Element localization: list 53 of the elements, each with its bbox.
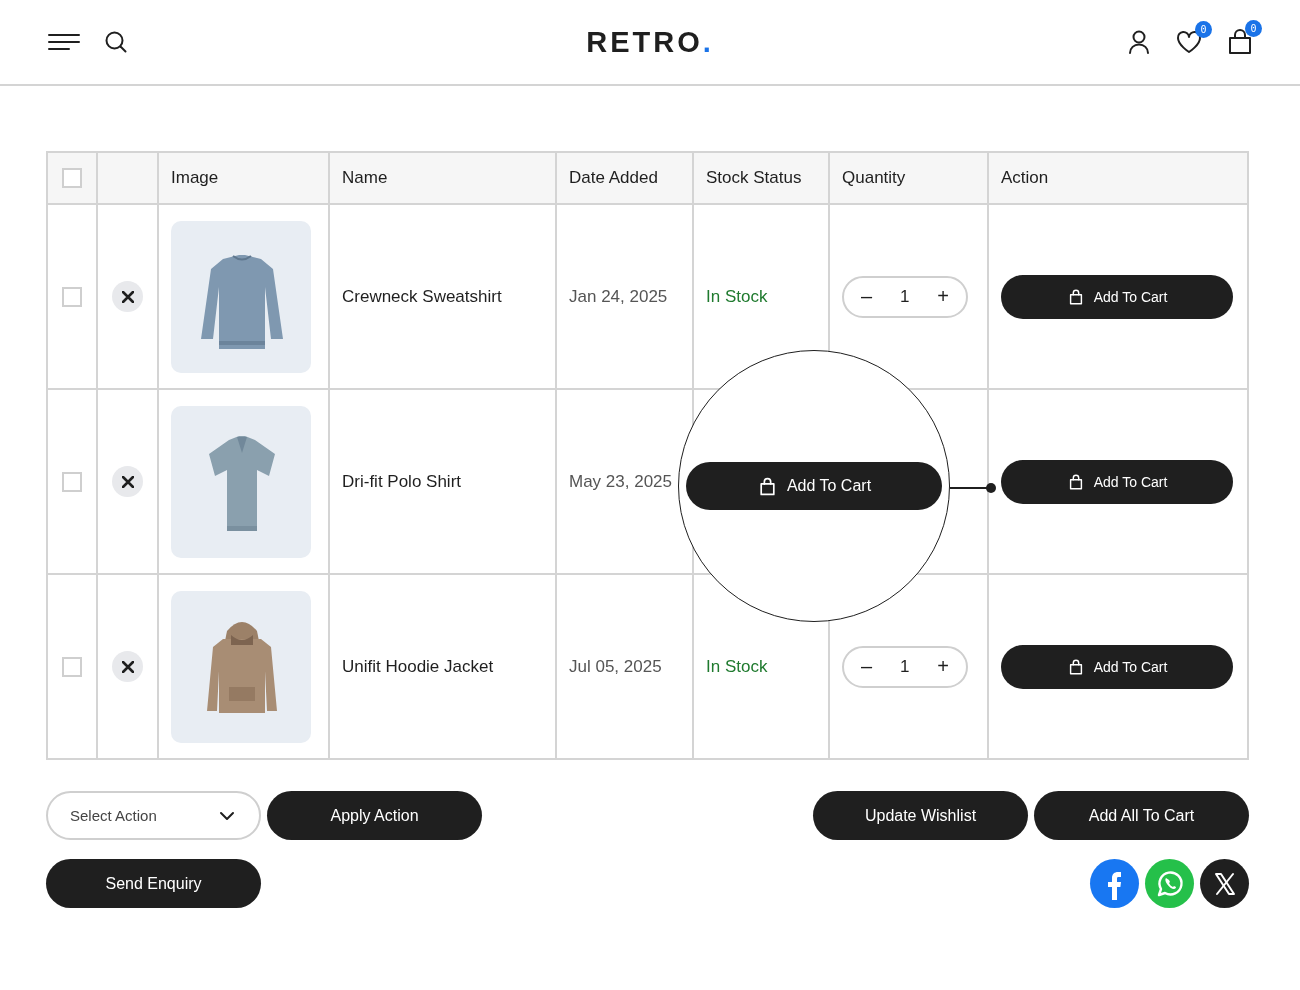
date-added: May 23, 2025 (569, 471, 672, 491)
search-icon[interactable] (104, 30, 128, 54)
product-name: Unifit Hoodie Jacket (342, 656, 494, 676)
column-header: Stock Status (706, 168, 802, 187)
add-to-cart-button[interactable]: Add To Cart (1001, 274, 1233, 319)
date-added: Jul 05, 2025 (569, 656, 662, 676)
chevron-down-icon (219, 810, 235, 821)
wishlist-count-badge: 0 (1195, 21, 1212, 38)
stock-status: In Stock (706, 286, 768, 306)
logo[interactable]: RETRO. (586, 25, 714, 59)
column-header: Quantity (842, 168, 906, 187)
quantity-value: 1 (900, 286, 910, 307)
quantity-stepper[interactable]: – 1 + (842, 645, 968, 688)
remove-button[interactable] (112, 281, 143, 312)
cart-count-badge: 0 (1245, 20, 1262, 37)
select-all-checkbox[interactable] (62, 168, 82, 188)
close-icon (121, 475, 134, 488)
stock-status: In Stock (706, 656, 768, 676)
minus-button[interactable]: – (854, 285, 879, 308)
minus-button[interactable]: – (854, 655, 879, 678)
column-header: Date Added (569, 168, 658, 187)
date-added: Jan 24, 2025 (569, 286, 668, 306)
column-header: Name (342, 168, 388, 187)
facebook-share-button[interactable] (1090, 859, 1139, 908)
heart-icon[interactable] (1176, 30, 1202, 54)
column-header: Image (171, 168, 219, 187)
plus-button[interactable]: + (931, 655, 956, 678)
remove-button[interactable] (112, 466, 143, 497)
remove-button[interactable] (112, 651, 143, 682)
x-share-button[interactable] (1200, 859, 1249, 908)
menu-icon[interactable] (48, 32, 80, 52)
row-checkbox[interactable] (62, 471, 82, 492)
product-name: Crewneck Sweatshirt (342, 286, 502, 306)
shopping-bag-icon[interactable] (1228, 29, 1252, 55)
add-to-cart-button[interactable]: Add To Cart (1001, 644, 1233, 689)
product-name: Dri-fit Polo Shirt (342, 471, 462, 491)
close-icon (121, 660, 134, 673)
quantity-value: 1 (900, 656, 910, 677)
plus-button[interactable]: + (931, 285, 956, 308)
row-checkbox[interactable] (62, 656, 82, 677)
row-checkbox[interactable] (62, 286, 82, 307)
add-all-to-cart-button[interactable]: Add All To Cart (1034, 791, 1249, 840)
apply-action-button[interactable]: Apply Action (267, 791, 482, 840)
close-icon (121, 290, 134, 303)
leader-dot (986, 483, 996, 493)
update-wishlist-button[interactable]: Update Wishlist (813, 791, 1028, 840)
column-header: Action (1001, 168, 1049, 187)
quantity-stepper[interactable]: – 1 + (842, 275, 968, 318)
send-enquiry-button[interactable]: Send Enquiry (46, 859, 261, 908)
add-to-cart-button[interactable]: Add To Cart (1001, 459, 1233, 504)
action-dropdown[interactable]: Select Action (46, 791, 261, 840)
add-to-cart-button[interactable]: Add To Cart (686, 462, 942, 510)
user-icon[interactable] (1128, 30, 1150, 54)
